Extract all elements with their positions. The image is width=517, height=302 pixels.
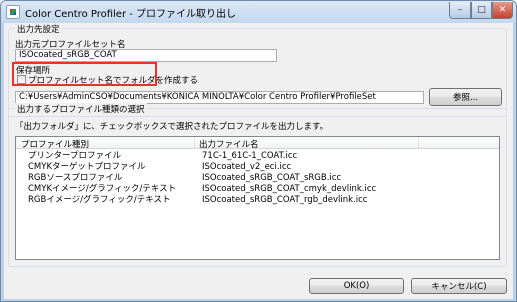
profile-list[interactable]: プロファイル種別 出力ファイル名 プリンタープロファイル 71C-1_61C-1… (15, 136, 500, 260)
row-output-filename: ISOcoated_v2_eci.icc (202, 162, 292, 172)
cancel-button[interactable]: キャンセル(C) (411, 278, 507, 294)
create-folder-label[interactable]: プロファイルセット名でフォルダを作成する (28, 74, 198, 86)
maximize-button[interactable]: □ (471, 2, 492, 19)
close-button[interactable]: ✕ (492, 2, 513, 19)
window-title: Color Centro Profiler - プロファイル取り出し (25, 9, 237, 20)
browse-button[interactable]: 参照... (429, 88, 502, 106)
minimize-icon: – (457, 5, 463, 15)
row-output-filename: ISOcoated_sRGB_COAT_sRGB.icc (202, 173, 342, 183)
list-header: プロファイル種別 出力ファイル名 (16, 137, 499, 150)
row-profile-type: CMYKターゲットプロファイル (28, 162, 146, 172)
row-output-filename: ISOcoated_sRGB_COAT_rgb_devlink.icc (202, 195, 368, 205)
ok-button[interactable]: OK(O) (309, 278, 404, 294)
set-name-field[interactable]: ISOcoated_sRGB_COAT (15, 49, 277, 62)
maximize-icon: □ (477, 5, 486, 15)
dialog-client: 出力先設定 出力元プロファイルセット名 ISOcoated_sRGB_COAT … (4, 23, 513, 299)
row-output-filename: ISOcoated_sRGB_COAT_cmyk_devlink.icc (202, 184, 377, 194)
row-profile-type: RGBソースプロファイル (28, 173, 123, 183)
create-folder-checkbox[interactable] (17, 75, 26, 84)
list-row[interactable]: CMYKイメージ/グラフィック/テキスト ISOcoated_sRGB_COAT… (16, 184, 499, 194)
cancel-button-label: キャンセル(C) (431, 282, 487, 292)
list-row[interactable]: CMYKターゲットプロファイル ISOcoated_v2_eci.icc (16, 162, 499, 172)
app-icon[interactable] (6, 5, 20, 19)
minimize-button[interactable]: – (449, 2, 471, 19)
title-bar[interactable]: Color Centro Profiler - プロファイル取り出し – □ ✕ (1, 1, 516, 23)
column-output-filename[interactable]: 出力ファイル名 (199, 138, 259, 150)
output-settings-title: 出力先設定 (15, 23, 62, 35)
column-profile-type[interactable]: プロファイル種別 (21, 138, 89, 150)
row-profile-type: RGBイメージ/グラフィック/テキスト (28, 195, 171, 205)
dialog-window: Color Centro Profiler - プロファイル取り出し – □ ✕… (0, 0, 517, 302)
row-output-filename: 71C-1_61C-1_COAT.icc (202, 151, 298, 161)
ok-button-label: OK(O) (343, 281, 370, 291)
row-profile-type: CMYKイメージ/グラフィック/テキスト (28, 184, 177, 194)
row-profile-type: プリンタープロファイル (28, 151, 121, 161)
list-row[interactable]: RGBソースプロファイル ISOcoated_sRGB_COAT_sRGB.ic… (16, 173, 499, 183)
browse-button-label: 参照... (452, 93, 479, 103)
close-icon: ✕ (498, 5, 507, 15)
profile-select-title: 出力するプロファイル種類の選択 (15, 103, 147, 115)
list-row[interactable]: プリンタープロファイル 71C-1_61C-1_COAT.icc (16, 151, 499, 161)
profile-select-group: 出力するプロファイル種類の選択 「出力フォルダ」に、チェックボックスで選択された… (8, 103, 507, 267)
profile-select-description: 「出力フォルダ」に、チェックボックスで選択されたプロファイルを出力します。 (15, 122, 329, 132)
list-row[interactable]: RGBイメージ/グラフィック/テキスト ISOcoated_sRGB_COAT_… (16, 195, 499, 205)
